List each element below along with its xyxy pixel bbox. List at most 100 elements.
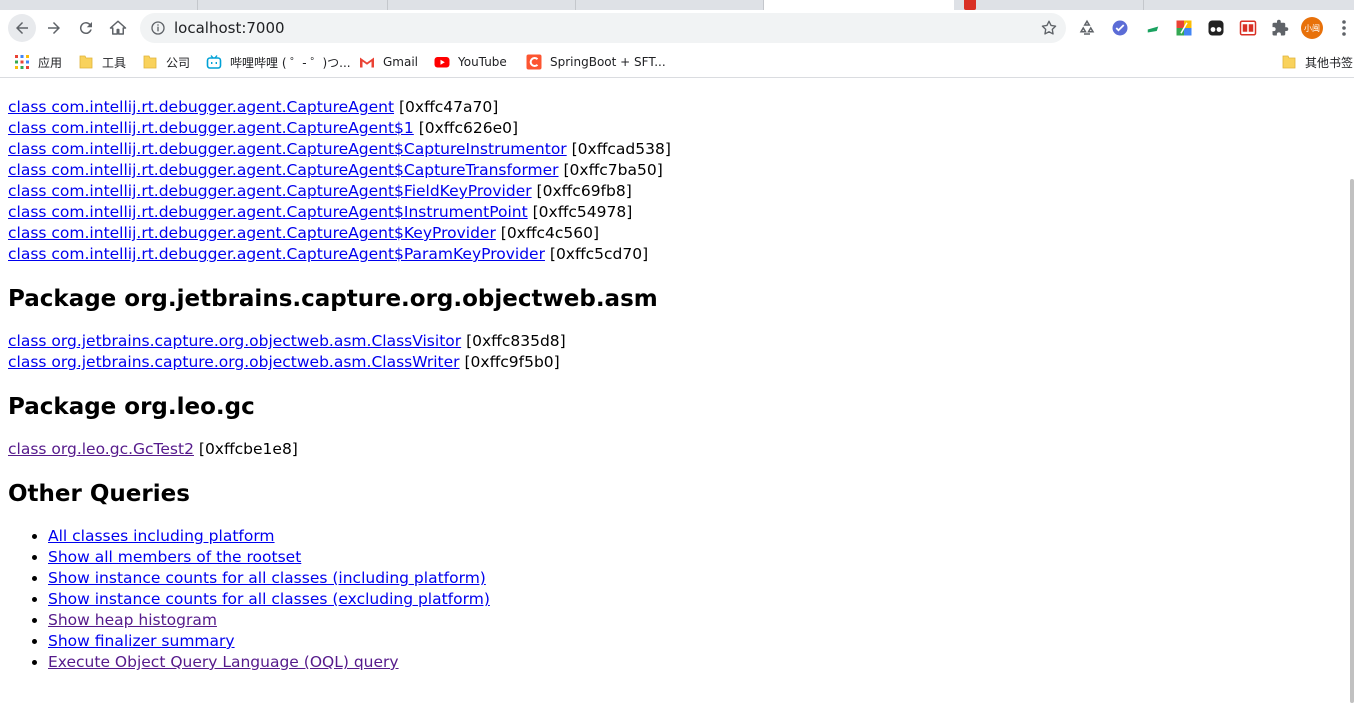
folder-icon: [78, 54, 94, 70]
class-row: class com.intellij.rt.debugger.agent.Cap…: [8, 223, 671, 244]
class-address: [0xffc626e0]: [418, 119, 519, 137]
class-address: [0xffc9f5b0]: [464, 353, 560, 371]
class-link[interactable]: class org.leo.gc.GcTest2: [8, 440, 194, 458]
class-row: class org.leo.gc.GcTest2 [0xffcbe1e8]: [8, 439, 671, 460]
tampermonkey-icon[interactable]: [1207, 19, 1225, 37]
browser-tab[interactable]: [388, 0, 576, 10]
list-item: Show finalizer summary: [48, 631, 671, 652]
page-content: class com.intellij.rt.debugger.agent.Cap…: [8, 97, 671, 673]
bookmark-label: Gmail: [383, 55, 419, 69]
class-row: class com.intellij.rt.debugger.agent.Cap…: [8, 181, 671, 202]
browser-tab[interactable]: [576, 0, 764, 10]
home-button[interactable]: [104, 14, 132, 42]
class-link[interactable]: class com.intellij.rt.debugger.agent.Cap…: [8, 224, 496, 242]
other-queries-heading: Other Queries: [8, 481, 190, 507]
check-extension-icon[interactable]: [1111, 19, 1129, 37]
class-link[interactable]: class com.intellij.rt.debugger.agent.Cap…: [8, 161, 559, 179]
class-row: class org.jetbrains.capture.org.objectwe…: [8, 352, 671, 373]
class-address: [0xffc4c560]: [500, 224, 600, 242]
bookmark-label: YouTube: [458, 55, 507, 69]
bookmark-springboot[interactable]: SpringBoot + SFT...: [526, 52, 666, 72]
green-extension-icon[interactable]: [1144, 19, 1162, 37]
class-link[interactable]: class com.intellij.rt.debugger.agent.Cap…: [8, 140, 567, 158]
home-icon: [109, 20, 127, 35]
query-link-instance-counts-excluding[interactable]: Show instance counts for all classes (ex…: [48, 590, 490, 608]
fe-helper-icon[interactable]: [1239, 19, 1257, 37]
bookmark-gmail[interactable]: Gmail: [359, 52, 418, 72]
browser-tab[interactable]: [1144, 0, 1354, 10]
bookmark-star-icon[interactable]: [1040, 19, 1058, 37]
list-item: Show heap histogram: [48, 610, 671, 631]
puzzle-extensions-icon[interactable]: [1271, 19, 1289, 37]
bookmark-bilibili[interactable]: 哔哩哔哩 ( ゜- ゜)つ...: [206, 52, 351, 72]
tab-strip: [0, 0, 1354, 10]
class-link[interactable]: class org.jetbrains.capture.org.objectwe…: [8, 332, 461, 350]
bookmark-other[interactable]: 其他书签: [1281, 52, 1353, 72]
back-button[interactable]: [8, 14, 36, 42]
address-bar[interactable]: localhost:7000: [140, 13, 1066, 43]
class-address: [0xffcad538]: [571, 140, 671, 158]
colorful-extension-icon[interactable]: [1175, 19, 1193, 37]
query-link-rootset[interactable]: Show all members of the rootset: [48, 548, 301, 566]
class-list-gc: class org.leo.gc.GcTest2 [0xffcbe1e8]: [8, 439, 671, 460]
forward-button[interactable]: [40, 14, 68, 42]
bookmark-folder-tools[interactable]: 工具: [78, 52, 126, 72]
browser-tab-active[interactable]: [764, 0, 954, 10]
folder-icon: [142, 54, 158, 70]
other-queries-list: All classes including platform Show all …: [8, 526, 671, 673]
class-list-asm: class org.jetbrains.capture.org.objectwe…: [8, 331, 671, 373]
class-link[interactable]: class com.intellij.rt.debugger.agent.Cap…: [8, 182, 532, 200]
bookmark-label: 应用: [38, 55, 63, 70]
query-link-oql[interactable]: Execute Object Query Language (OQL) quer…: [48, 653, 399, 671]
class-link[interactable]: class com.intellij.rt.debugger.agent.Cap…: [8, 245, 545, 263]
class-link[interactable]: class com.intellij.rt.debugger.agent.Cap…: [8, 203, 528, 221]
folder-icon: [1281, 54, 1297, 70]
profile-avatar[interactable]: 小闽: [1301, 17, 1323, 39]
info-icon[interactable]: [150, 20, 166, 36]
bookmark-apps[interactable]: 应用: [14, 52, 62, 72]
more-menu-icon[interactable]: [1334, 18, 1354, 38]
query-link-finalizer-summary[interactable]: Show finalizer summary: [48, 632, 235, 650]
class-address: [0xffcbe1e8]: [198, 440, 298, 458]
bookmark-label: 哔哩哔哩 ( ゜- ゜)つ...: [230, 55, 351, 70]
browser-tab[interactable]: [198, 0, 388, 10]
class-address: [0xffc5cd70]: [549, 245, 649, 263]
class-link[interactable]: class org.jetbrains.capture.org.objectwe…: [8, 353, 460, 371]
class-link[interactable]: class com.intellij.rt.debugger.agent.Cap…: [8, 98, 394, 116]
reload-icon: [79, 22, 92, 35]
class-row: class com.intellij.rt.debugger.agent.Cap…: [8, 118, 671, 139]
class-address: [0xffc7ba50]: [563, 161, 663, 179]
bookmark-c-icon: [526, 54, 542, 70]
url-text[interactable]: localhost:7000: [174, 19, 285, 37]
class-list-capture-agent: class com.intellij.rt.debugger.agent.Cap…: [8, 97, 671, 265]
query-link-instance-counts-including[interactable]: Show instance counts for all classes (in…: [48, 569, 486, 587]
browser-tab[interactable]: [954, 0, 1144, 10]
class-row: class org.jetbrains.capture.org.objectwe…: [8, 331, 671, 352]
class-address: [0xffc69fb8]: [536, 182, 632, 200]
recycle-extension-icon[interactable]: [1078, 19, 1096, 37]
query-link-all-classes[interactable]: All classes including platform: [48, 527, 275, 545]
class-row: class com.intellij.rt.debugger.agent.Cap…: [8, 202, 671, 223]
page-viewport: class com.intellij.rt.debugger.agent.Cap…: [0, 79, 1354, 703]
list-item: Execute Object Query Language (OQL) quer…: [48, 652, 671, 673]
bookmarks-bar: 应用 工具 公司 哔哩哔哩 ( ゜- ゜)つ... Gmail YouTube …: [0, 46, 1354, 78]
browser-tab[interactable]: [0, 0, 198, 10]
list-item: Show instance counts for all classes (ex…: [48, 589, 671, 610]
bookmark-label: SpringBoot + SFT...: [550, 55, 666, 69]
reload-button[interactable]: [72, 14, 100, 42]
bookmark-youtube[interactable]: YouTube: [434, 52, 507, 72]
bookmark-folder-company[interactable]: 公司: [142, 52, 190, 72]
vertical-scrollbar[interactable]: [1350, 179, 1354, 703]
package-heading-asm: Package org.jetbrains.capture.org.object…: [8, 286, 658, 312]
class-row: class com.intellij.rt.debugger.agent.Cap…: [8, 160, 671, 181]
class-row: class com.intellij.rt.debugger.agent.Cap…: [8, 139, 671, 160]
bookmark-label: 其他书签: [1305, 55, 1354, 70]
gmail-icon: [359, 54, 375, 70]
class-link[interactable]: class com.intellij.rt.debugger.agent.Cap…: [8, 119, 414, 137]
youtube-icon: [434, 54, 450, 70]
class-address: [0xffc54978]: [532, 203, 633, 221]
arrow-right-icon: [48, 22, 60, 34]
bilibili-icon: [206, 54, 222, 70]
tab-favicon: [964, 0, 976, 10]
query-link-heap-histogram[interactable]: Show heap histogram: [48, 611, 217, 629]
